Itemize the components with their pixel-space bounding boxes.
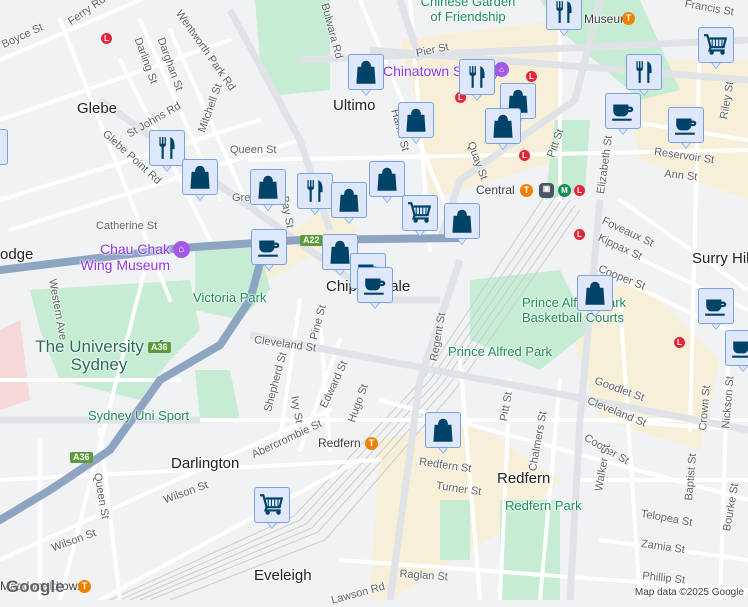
metro-icon: M	[558, 184, 571, 197]
fork-knife-icon	[551, 0, 577, 25]
park-label-prince-alfred-park: Prince Alfred Park	[448, 344, 553, 359]
street-label: Catherine St	[96, 220, 158, 232]
suburb-label-eveleigh: Eveleigh	[254, 567, 312, 584]
shopping-cart-icon	[259, 492, 285, 518]
shopping-bag-icon	[336, 187, 362, 213]
shopping-bag-icon	[582, 280, 608, 306]
cafe-marker[interactable]	[605, 93, 641, 137]
shopping-cart-icon	[703, 32, 729, 58]
cafe-marker[interactable]	[668, 107, 704, 151]
shopping-bag-icon	[0, 134, 3, 160]
light-rail-icon: L	[674, 337, 685, 348]
hospital-area	[0, 320, 30, 410]
suburb-label-darlington: Darlington	[171, 455, 240, 472]
park-label-victoria-park: Victoria Park	[193, 290, 267, 305]
fork-knife-icon	[154, 135, 180, 161]
park-label-redfern-park: Redfern Park	[505, 498, 582, 513]
light-rail-icon: L	[574, 229, 585, 240]
google-logo[interactable]: Google	[6, 577, 65, 597]
poi-label-chau-chak-wing-museum[interactable]: Chau Chak Wing Museum	[80, 241, 170, 273]
label-university-of-sydney: The University of Sydney	[35, 337, 163, 374]
station-label-central[interactable]: Central	[476, 183, 515, 197]
route-shield-a36: A36	[70, 452, 93, 463]
restaurant-marker[interactable]	[626, 54, 662, 98]
train-icon: T	[520, 184, 533, 197]
shopping-marker[interactable]	[577, 275, 613, 319]
shopping-marker[interactable]	[425, 412, 461, 456]
shopping-bag-icon	[374, 166, 400, 192]
coffee-cup-icon	[730, 335, 748, 361]
route-shield-a22: A22	[300, 235, 323, 246]
suburb-label-ultimo: Ultimo	[333, 97, 376, 114]
grocery-marker[interactable]	[254, 487, 290, 531]
shopping-marker[interactable]	[331, 182, 367, 226]
fork-knife-icon	[302, 178, 328, 204]
cafe-marker[interactable]	[251, 229, 287, 273]
restaurant-marker[interactable]	[297, 173, 333, 217]
restaurant-marker[interactable]	[459, 59, 495, 103]
shopping-poi-icon[interactable]: ⌂	[494, 62, 509, 77]
light-rail-icon: L	[526, 71, 537, 82]
shopping-marker[interactable]	[348, 54, 384, 98]
train-icon: T	[622, 12, 635, 25]
shopping-bag-icon	[403, 107, 429, 133]
suburb-label-glebe: Glebe	[77, 100, 118, 117]
rail-icon: ▣	[539, 183, 554, 198]
fork-knife-icon	[464, 64, 490, 90]
grocery-marker[interactable]	[698, 27, 734, 71]
restaurant-marker[interactable]	[546, 0, 582, 38]
shopping-marker[interactable]	[485, 108, 521, 152]
shopping-marker[interactable]	[369, 161, 405, 205]
park-label-chinese-garden: Chinese Garden of Friendship	[420, 0, 516, 24]
shopping-bag-icon	[255, 174, 281, 200]
station-label-redfern[interactable]: Redfern	[318, 436, 361, 450]
suburb-label-forest-lodge: odge	[0, 246, 34, 263]
shopping-bag-icon	[490, 113, 516, 139]
shopping-bag-icon	[449, 208, 475, 234]
coffee-cup-icon	[362, 272, 388, 298]
street-label: Queen St	[230, 144, 277, 156]
shopping-marker[interactable]	[0, 129, 8, 173]
fork-knife-icon	[631, 59, 657, 85]
route-shield-a36: A36	[148, 342, 171, 353]
coffee-cup-icon	[256, 234, 282, 260]
suburb-label-surry-hills: Surry Hills	[692, 250, 748, 267]
coffee-cup-icon	[703, 293, 729, 319]
cafe-marker[interactable]	[725, 330, 748, 374]
restaurant-marker[interactable]	[149, 130, 185, 174]
shopping-cart-icon	[407, 200, 433, 226]
suburb-label-redfern: Redfern	[497, 470, 551, 487]
shopping-bag-icon	[430, 417, 456, 443]
train-icon: T	[365, 437, 378, 450]
grocery-marker[interactable]	[402, 195, 438, 239]
light-rail-icon: L	[101, 33, 112, 44]
map-attribution[interactable]: Map data ©2025 Google	[632, 587, 746, 598]
coffee-cup-icon	[610, 98, 636, 124]
shopping-marker[interactable]	[444, 203, 480, 247]
shopping-bag-icon	[353, 59, 379, 85]
shopping-bag-icon	[187, 164, 213, 190]
cafe-marker[interactable]	[357, 267, 393, 311]
redfern-park	[500, 500, 560, 600]
shopping-marker[interactable]	[250, 169, 286, 213]
train-icon: T	[78, 580, 91, 593]
museum-icon[interactable]: ⌂	[173, 241, 190, 258]
coffee-cup-icon	[673, 112, 699, 138]
park-label-sydney-uni-sport: Sydney Uni Sport	[88, 408, 190, 423]
light-rail-icon: L	[574, 185, 585, 196]
shopping-marker[interactable]	[398, 102, 434, 146]
shopping-marker[interactable]	[182, 159, 218, 203]
cafe-marker[interactable]	[698, 288, 734, 332]
